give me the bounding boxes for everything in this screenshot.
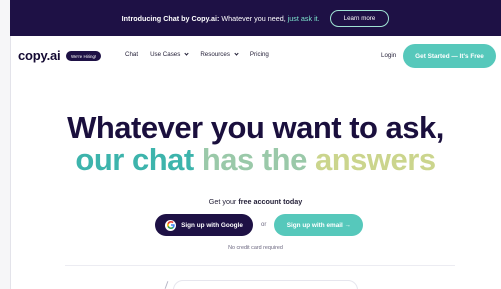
announcement-middle: Whatever you need,: [219, 13, 288, 23]
preview-decoration: [164, 281, 169, 289]
or-separator: or: [261, 222, 267, 228]
google-signup-button[interactable]: Sign up with Google: [155, 214, 253, 236]
email-signup-button[interactable]: Sign up with email →: [274, 214, 364, 236]
hero-line-2-part-2: has the: [201, 142, 315, 177]
free-account-prompt: Get your free account today: [208, 197, 303, 206]
nav-link-chat[interactable]: Chat: [125, 51, 138, 58]
google-icon: [165, 219, 177, 231]
announcement-prefix: Introducing Chat by Copy.ai:: [121, 13, 220, 23]
announcement-accent: just ask it.: [287, 13, 320, 23]
get-started-button[interactable]: Get Started — It's Free: [403, 44, 496, 68]
nav-links: Chat Use Cases Resources Pricing: [125, 51, 269, 58]
hero-line-2-part-3: answers: [314, 142, 436, 177]
hero-line-2-part-1: our chat: [75, 142, 202, 177]
hero-heading-line-1: Whatever you want to ask,: [67, 110, 444, 145]
no-credit-card-note: No credit card required: [228, 245, 283, 251]
hiring-badge[interactable]: We're Hiring!: [66, 51, 102, 61]
hero-heading-line-2: our chat has the answers: [10, 143, 501, 177]
chevron-down-icon: [234, 51, 239, 56]
announcement-bar: Introducing Chat by Copy.ai: Whatever yo…: [10, 0, 501, 36]
chat-preview-card: [173, 280, 358, 289]
learn-more-button[interactable]: Learn more: [329, 9, 390, 27]
nav-link-resources[interactable]: Resources: [200, 51, 239, 58]
chevron-down-icon: [184, 51, 189, 56]
login-link[interactable]: Login: [381, 52, 396, 59]
signup-buttons: Sign up with Google or Sign up with emai…: [155, 214, 364, 236]
nav-link-pricing[interactable]: Pricing: [250, 51, 269, 58]
navbar: copy.ai We're Hiring! Chat Use Cases Res…: [10, 36, 501, 76]
announcement-text: Introducing Chat by Copy.ai: Whatever yo…: [122, 14, 320, 23]
page: Introducing Chat by Copy.ai: Whatever yo…: [10, 0, 501, 289]
section-divider: [65, 265, 455, 266]
logo[interactable]: copy.ai: [18, 48, 61, 63]
nav-link-use-cases[interactable]: Use Cases: [150, 51, 189, 58]
